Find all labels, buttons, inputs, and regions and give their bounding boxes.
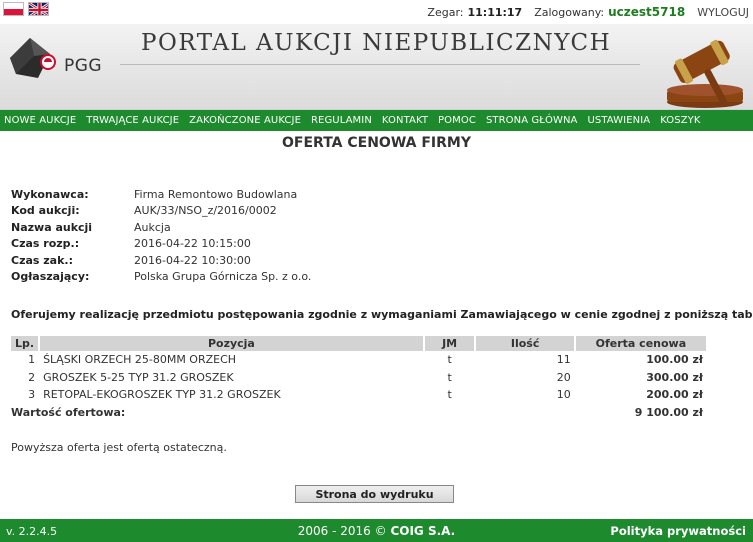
detail-row-contractor: Wykonawca: Firma Remontowo Budowlana	[11, 186, 311, 203]
detail-value: Polska Grupa Górnicza Sp. z o.o.	[134, 270, 312, 284]
cell-lp: 1	[28, 353, 36, 367]
table-header-row: Lp. Pozycja JM Ilość Oferta cenowa	[11, 336, 709, 351]
cell-quantity: 11	[556, 353, 571, 367]
logo-text: PGG	[64, 56, 103, 76]
table-row: 2 GROSZEK 5-25 TYP 31.2 GROSZEK t 20 300…	[11, 369, 707, 387]
table-row: 1 ŚLĄSKI ORZECH 25-80MM ORZECH t 11 100.…	[11, 351, 707, 369]
header-divider	[120, 64, 640, 65]
total-label: Wartość ofertowa:	[11, 405, 126, 419]
cell-unit: t	[447, 388, 452, 402]
cell-position: GROSZEK 5-25 TYP 31.2 GROSZEK	[43, 370, 234, 384]
offer-intro: Oferujemy realizację przedmiotu postępow…	[11, 308, 753, 321]
cell-quantity: 20	[556, 370, 571, 384]
cell-price: 300.00 zł	[646, 370, 703, 384]
session-info: Zegar: 11:11:17 Zalogowany: uczest5718 WYLOG…	[427, 5, 749, 19]
clock-value: 11:11:17	[467, 6, 523, 19]
detail-key: Kod aukcji:	[11, 204, 80, 218]
detail-value: 2016-04-22 10:30:00	[134, 253, 251, 267]
cell-price: 200.00 zł	[646, 388, 703, 402]
cell-lp: 3	[28, 388, 36, 402]
copyright-company: COIG S.A.	[390, 524, 456, 538]
username: uczest5718	[608, 5, 686, 19]
nav-settings[interactable]: USTAWIENIA	[587, 115, 650, 126]
detail-row-auction-code: Kod aukcji: AUK/33/NSO_z/2016/0002	[11, 203, 311, 220]
cell-quantity: 10	[556, 388, 571, 402]
main-nav: NOWE AUKCJE TRWAJĄCE AUKCJE ZAKOŃCZONE A…	[0, 110, 753, 131]
final-offer-note: Powyższa oferta jest ofertą ostateczną.	[11, 441, 227, 454]
detail-value: Aukcja	[134, 220, 171, 234]
nav-new-auctions[interactable]: NOWE AUKCJE	[4, 115, 76, 126]
total-value: 9 100.00 zł	[634, 405, 703, 419]
nav-help[interactable]: POMOC	[438, 115, 476, 126]
offer-details: Wykonawca: Firma Remontowo Budowlana Kod …	[11, 186, 311, 285]
portal-title: PORTAL AUKCJI NIEPUBLICZNYCH	[141, 30, 612, 56]
nav-cart[interactable]: KOSZYK	[660, 115, 700, 126]
detail-row-auction-name: Nazwa aukcji Aukcja	[11, 219, 311, 236]
gavel-icon	[653, 24, 747, 110]
detail-value: AUK/33/NSO_z/2016/0002	[134, 204, 277, 218]
cell-position: ŚLĄSKI ORZECH 25-80MM ORZECH	[43, 353, 237, 367]
nav-regulations[interactable]: REGULAMIN	[311, 115, 372, 126]
cell-unit: t	[447, 353, 452, 367]
detail-value: Firma Remontowo Budowlana	[134, 187, 298, 201]
pgg-logo[interactable]: PGG	[4, 32, 114, 92]
detail-value: 2016-04-22 10:15:00	[134, 237, 251, 251]
nav-contact[interactable]: KONTAKT	[382, 115, 428, 126]
en-flag-icon[interactable]	[28, 2, 49, 16]
detail-row-start-time: Czas rozp.: 2016-04-22 10:15:00	[11, 236, 311, 253]
col-position: Pozycja	[39, 336, 425, 351]
table-row: 3 RETOPAL-EKOGROSZEK TYP 31.2 GROSZEK t …	[11, 386, 707, 404]
print-page-button[interactable]: Strona do wydruku	[295, 485, 454, 503]
site-footer: v. 2.2.4.5 2006 - 2016 © COIG S.A. Polit…	[0, 519, 753, 542]
logged-label: Zalogowany:	[534, 6, 605, 19]
site-header: PGG PORTAL AUKCJI NIEPUBLICZNYCH	[0, 24, 753, 110]
col-quantity: Ilość	[475, 336, 576, 351]
logout-link[interactable]: WYLOGUJ	[697, 6, 749, 19]
cell-lp: 2	[28, 370, 36, 384]
nav-finished-auctions[interactable]: ZAKOŃCZONE AUKCJE	[189, 115, 301, 126]
detail-key: Ogłaszający:	[11, 270, 90, 284]
col-price-offer: Oferta cenowa	[574, 336, 709, 351]
cell-position: RETOPAL-EKOGROSZEK TYP 31.2 GROSZEK	[43, 388, 281, 402]
detail-key: Nazwa aukcji	[11, 220, 93, 234]
privacy-policy-link[interactable]: Polityka prywatności	[610, 524, 746, 538]
detail-row-announcer: Ogłaszający: Polska Grupa Górnicza Sp. z …	[11, 269, 311, 286]
detail-key: Czas rozp.:	[11, 237, 80, 251]
nav-ongoing-auctions[interactable]: TRWAJĄCE AUKCJE	[86, 115, 179, 126]
total-row: Wartość ofertowa: 9 100.00 zł	[11, 404, 707, 422]
top-bar: Zegar: 11:11:17 Zalogowany: uczest5718 WYLOG…	[0, 0, 753, 24]
cell-price: 100.00 zł	[646, 353, 703, 367]
detail-row-end-time: Czas zak.: 2016-04-22 10:30:00	[11, 252, 311, 269]
detail-key: Wykonawca:	[11, 187, 89, 201]
page-title: OFERTA CENOWA FIRMY	[282, 135, 471, 151]
clock-label: Zegar:	[427, 6, 464, 19]
pgg-logo-icon	[10, 38, 56, 78]
col-lp: Lp.	[11, 336, 41, 351]
detail-key: Czas zak.:	[11, 253, 73, 267]
col-unit: JM	[423, 336, 477, 351]
copyright-years: 2006 - 2016 ©	[297, 524, 387, 538]
nav-home[interactable]: STRONA GŁÓWNA	[486, 115, 578, 126]
offer-table: Lp. Pozycja JM Ilość Oferta cenowa 1 ŚLĄ…	[11, 336, 709, 422]
cell-unit: t	[447, 370, 452, 384]
pl-flag-icon[interactable]	[3, 2, 24, 16]
